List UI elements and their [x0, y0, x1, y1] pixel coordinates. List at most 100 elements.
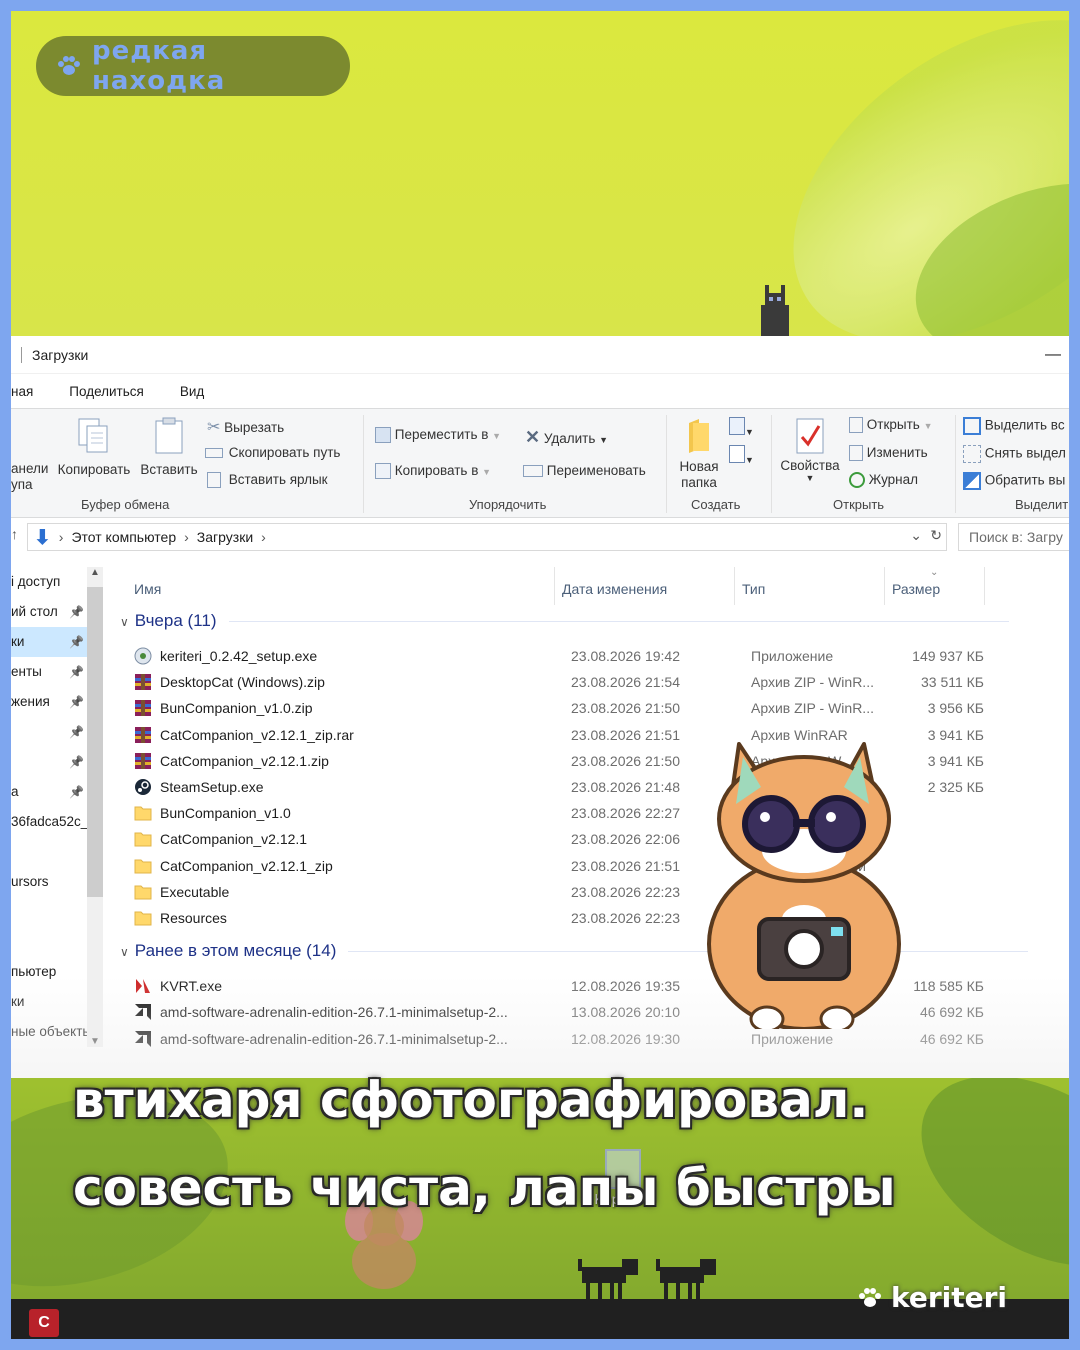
- paste-shortcut-label: Вставить ярлык: [228, 472, 328, 487]
- properties-button[interactable]: Свойства ▼: [779, 417, 841, 483]
- file-row[interactable]: keriteri_0.2.42_setup.exe 23.08.2026 19:4…: [134, 643, 1034, 669]
- folder-icon: [134, 909, 152, 927]
- column-header-type[interactable]: Тип: [742, 581, 765, 597]
- breadcrumb-this-pc[interactable]: Этот компьютер: [71, 529, 176, 545]
- folder-icon: [134, 804, 152, 822]
- cut-label: Вырезать: [224, 420, 285, 435]
- column-divider[interactable]: [984, 567, 985, 605]
- copy-path-button[interactable]: Скопировать путь: [205, 445, 340, 460]
- file-type: Архив ZIP - WinR...: [751, 700, 874, 717]
- new-folder-button[interactable]: Новая папка: [675, 419, 723, 491]
- file-date: 23.08.2026 22:06: [571, 831, 680, 848]
- copy-button[interactable]: Копировать: [54, 417, 134, 477]
- tab-home[interactable]: ная: [11, 384, 33, 399]
- select-group-label: Выделит: [1015, 497, 1069, 512]
- file-size: 3 956 КБ: [927, 700, 984, 717]
- clipboard-group-label: Буфер обмена: [81, 497, 170, 512]
- scroll-up-icon[interactable]: ▲: [87, 567, 103, 578]
- open-icon: [849, 417, 863, 434]
- file-name: Executable: [160, 883, 230, 900]
- delete-button[interactable]: ✕ Удалить ▼: [525, 427, 608, 448]
- invert-selection-button[interactable]: Обратить вы: [963, 472, 1065, 490]
- photo-frame: редкая находка Загрузки — ная Поделиться…: [11, 11, 1069, 1339]
- up-arrow-icon[interactable]: ↑: [11, 526, 18, 542]
- properties-check-icon: [796, 418, 824, 454]
- pin-quick-access-button[interactable]: анели упа: [11, 461, 48, 493]
- file-name: CatCompanion_v2.12.1_zip.rar: [160, 726, 354, 743]
- file-date: 23.08.2026 22:23: [571, 910, 680, 926]
- winrar-icon: [134, 752, 152, 770]
- nav-item-label: жения: [11, 694, 50, 709]
- minimize-button[interactable]: —: [1045, 346, 1061, 364]
- address-row: ↑ ⬇ › Этот компьютер › Загрузки › ⌄ ↻ По…: [11, 518, 1069, 556]
- select-none-icon: [963, 445, 981, 463]
- file-size: 149 937 КБ: [912, 648, 984, 664]
- new-item-button[interactable]: ▼: [729, 417, 754, 438]
- open-button[interactable]: Открыть ▼: [849, 417, 932, 434]
- ribbon-divider: [666, 415, 667, 513]
- delete-x-icon: ✕: [525, 427, 541, 447]
- breadcrumb-downloads[interactable]: Загрузки: [197, 529, 253, 545]
- tab-share[interactable]: Поделиться: [69, 384, 144, 399]
- ribbon-divider: [955, 415, 956, 513]
- address-dropdown-icon[interactable]: ⌄: [910, 527, 922, 544]
- pin-label-1: анели: [11, 461, 49, 476]
- paste-shortcut-button[interactable]: Вставить ярлык: [207, 472, 328, 489]
- file-date: 23.08.2026 19:42: [571, 648, 680, 664]
- file-date: 23.08.2026 21:50: [571, 752, 680, 769]
- brand-text: keriteri: [890, 1281, 1007, 1314]
- scissors-icon: ✂: [207, 419, 221, 436]
- address-bar[interactable]: ⬇ › Этот компьютер › Загрузки › ⌄ ↻: [27, 523, 947, 551]
- invert-selection-icon: [963, 472, 981, 490]
- download-arrow-icon: ⬇: [34, 526, 51, 549]
- new-group-label: Создать: [691, 497, 741, 512]
- nav-scrollbar[interactable]: ▲ ▼: [87, 567, 103, 1047]
- winrar-icon: [134, 726, 152, 744]
- file-row[interactable]: DesktopCat (Windows).zip 23.08.2026 21:54…: [134, 669, 1034, 695]
- cut-button[interactable]: ✂ Вырезать: [207, 417, 284, 437]
- breadcrumb-chevron-icon: ›: [261, 529, 266, 545]
- column-header-date[interactable]: Дата изменения: [562, 581, 667, 597]
- dropdown-arrow-icon: ▼: [745, 455, 754, 465]
- file-name: SteamSetup.exe: [160, 779, 264, 795]
- pin-icon: 📌: [69, 695, 84, 709]
- title-separator: [21, 346, 22, 363]
- column-header-size[interactable]: Размер: [892, 581, 940, 597]
- tab-view[interactable]: Вид: [180, 384, 204, 399]
- select-none-button[interactable]: Снять выдел: [963, 445, 1066, 463]
- file-date: 23.08.2026 22:27: [571, 805, 680, 822]
- search-input[interactable]: Поиск в: Загру: [958, 523, 1069, 551]
- copy-to-icon: [375, 463, 391, 480]
- pin-icon: 📌: [69, 605, 84, 619]
- select-none-label: Снять выдел: [984, 445, 1066, 461]
- column-divider[interactable]: [884, 567, 885, 605]
- brand-watermark: keriteri: [857, 1281, 1007, 1314]
- cat-photographer-sticker: [707, 742, 901, 1029]
- select-all-icon: [963, 417, 981, 435]
- paste-button[interactable]: Вставить: [139, 417, 199, 477]
- history-button[interactable]: Журнал: [849, 472, 919, 489]
- chevron-down-icon: ∨: [120, 945, 129, 960]
- move-to-button[interactable]: Переместить в ▼: [375, 427, 501, 444]
- column-divider[interactable]: [734, 567, 735, 605]
- easy-access-button[interactable]: ▼: [729, 445, 754, 466]
- file-group-header[interactable]: ∨ Вчера (11): [120, 611, 1009, 631]
- nav-scrollbar-thumb[interactable]: [87, 587, 103, 897]
- column-header-name[interactable]: Имя: [134, 581, 161, 597]
- rename-button[interactable]: Переименовать: [523, 463, 646, 478]
- refresh-icon[interactable]: ↻: [930, 527, 942, 544]
- steam-icon: [134, 778, 152, 796]
- copy-to-button[interactable]: Копировать в ▼: [375, 463, 491, 480]
- winrar-icon: [134, 673, 152, 691]
- history-label: Журнал: [868, 472, 919, 487]
- column-divider[interactable]: [554, 567, 555, 605]
- nav-item[interactable]: ки 📌: [11, 627, 87, 657]
- file-date: 23.08.2026 21:50: [571, 700, 680, 717]
- ccleaner-icon[interactable]: C: [29, 1309, 59, 1337]
- clipboard-icon: [155, 417, 183, 454]
- file-size: 33 511 КБ: [920, 674, 984, 691]
- file-row[interactable]: BunCompanion_v1.0.zip 23.08.2026 21:50 Арх…: [134, 695, 1034, 721]
- edit-button[interactable]: Изменить: [849, 445, 928, 462]
- select-all-button[interactable]: Выделить вс: [963, 417, 1065, 435]
- file-name: CatCompanion_v2.12.1.zip: [160, 752, 329, 769]
